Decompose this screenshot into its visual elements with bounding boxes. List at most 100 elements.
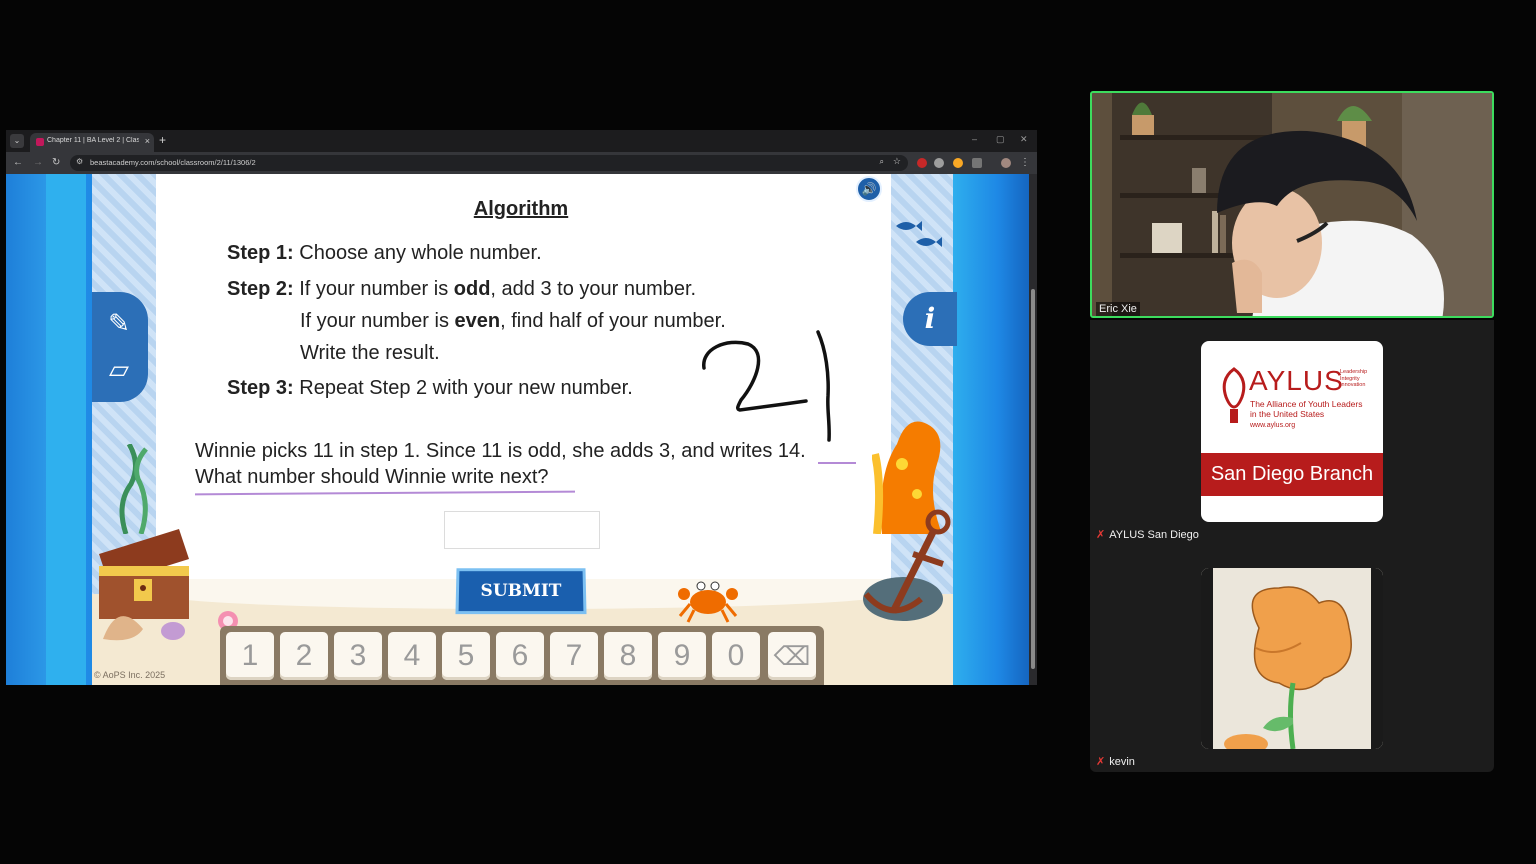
address-bar[interactable]: ⚙ beastacademy.com/school/classroom/2/11… <box>70 155 908 171</box>
key-7[interactable]: 7 <box>550 632 598 680</box>
minimize-button[interactable]: – <box>972 134 977 144</box>
number-keypad: 1 2 3 4 5 6 7 8 9 0 ⌫ <box>220 626 824 685</box>
key-1[interactable]: 1 <box>226 632 274 680</box>
video-tile-eric[interactable]: Eric Xie <box>1090 91 1494 318</box>
question-line-1: Winnie picks 11 in step 1. Since 11 is o… <box>195 440 806 462</box>
eraser-icon[interactable]: ▱ <box>100 350 138 388</box>
browser-menu-icon[interactable]: ⋮ <box>1020 157 1030 168</box>
tagline-line: Leadership <box>1340 369 1368 375</box>
aylus-wordmark: AYLUS <box>1249 365 1344 396</box>
key-2[interactable]: 2 <box>280 632 328 680</box>
step-3-row: Step 3: Repeat Step 2 with your new numb… <box>227 377 633 400</box>
key-8[interactable]: 8 <box>604 632 652 680</box>
extension-icon[interactable] <box>917 158 927 168</box>
poppy-painting <box>1201 568 1383 749</box>
close-window-button[interactable]: ✕ <box>1020 134 1028 145</box>
step-text: Repeat Step 2 with your new number. <box>299 377 633 399</box>
aylus-fullname: The Alliance of Youth Leaders in the Uni… <box>1250 399 1362 419</box>
question-line-2: What number should Winnie write next? <box>195 466 549 488</box>
beast-academy-page: 🔊 ✎ ▱ i Algorithm Step 1: Choose any who… <box>6 174 1029 685</box>
kevin-avatar-image <box>1201 568 1383 749</box>
new-tab-button[interactable]: + <box>159 133 166 147</box>
shared-browser-window: ⌄ Chapter 11 | BA Level 2 | Classr × + –… <box>6 130 1037 685</box>
ocean-background-right <box>951 174 1029 685</box>
fish-icon <box>896 221 942 247</box>
favicon-icon <box>36 138 44 146</box>
tab-search-button[interactable]: ⌄ <box>10 134 24 148</box>
answer-input[interactable] <box>444 511 600 549</box>
drawing-tools-panel: ✎ ▱ <box>92 292 148 402</box>
fullname-line: in the United States <box>1250 409 1325 419</box>
participant-label-aylus: ✗ AYLUS San Diego <box>1096 528 1199 541</box>
participant-name: kevin <box>1109 756 1135 768</box>
tab-title: Chapter 11 | BA Level 2 | Classr <box>47 137 139 144</box>
participant-name: AYLUS San Diego <box>1109 529 1199 541</box>
ocean-stripe <box>46 174 86 685</box>
aylus-url: www.aylus.org <box>1250 422 1296 429</box>
step-keyword: odd <box>453 278 491 300</box>
step-1-row: Step 1: Choose any whole number. <box>227 242 542 265</box>
extension-icon[interactable] <box>934 158 944 168</box>
tab-strip: ⌄ Chapter 11 | BA Level 2 | Classr × + –… <box>6 130 1037 152</box>
tagline-line: Innovation <box>1340 382 1366 388</box>
zoom-icon[interactable]: ⌕ <box>880 157 884 167</box>
pencil-icon[interactable]: ✎ <box>100 304 138 342</box>
participant-name: Eric Xie <box>1096 302 1140 316</box>
step-text: If your number is <box>299 278 454 300</box>
step-text: Choose any whole number. <box>299 242 542 264</box>
key-9[interactable]: 9 <box>658 632 706 680</box>
extension-icon[interactable] <box>953 158 963 168</box>
step-2-row: Step 2: If your number is odd, add 3 to … <box>227 278 696 301</box>
reload-icon[interactable]: ↻ <box>52 157 60 168</box>
seashells-icon <box>103 611 238 641</box>
browser-toolbar: ← → ↻ ⚙ beastacademy.com/school/classroo… <box>6 152 1037 174</box>
annotation-underline <box>818 462 856 464</box>
key-4[interactable]: 4 <box>388 632 436 680</box>
step-label: Step 2: <box>227 278 294 300</box>
step-2-line-2: If your number is even, find half of you… <box>300 310 726 333</box>
key-6[interactable]: 6 <box>496 632 544 680</box>
anchor-icon <box>863 509 951 621</box>
copyright-text: © AoPS Inc. 2025 <box>94 670 166 680</box>
step-keyword: even <box>454 310 501 332</box>
step-label: Step 1: <box>227 242 294 264</box>
scroll-thumb[interactable] <box>1031 289 1035 669</box>
step-2-line-3: Write the result. <box>300 342 440 364</box>
seaweed-icon <box>119 444 148 534</box>
forward-icon[interactable]: → <box>33 157 43 168</box>
participant-label-kevin: ✗ kevin <box>1096 755 1135 768</box>
aylus-tagline: Leadership Integrity Innovation <box>1340 369 1367 389</box>
fullname-line: The Alliance of Youth Leaders <box>1250 399 1363 409</box>
algorithm-title: Algorithm <box>473 198 569 220</box>
screen-share-stage: ⌄ Chapter 11 | BA Level 2 | Classr × + –… <box>0 0 1536 864</box>
step-text: , add 3 to your number. <box>490 278 697 300</box>
mic-muted-icon: ✗ <box>1096 756 1106 768</box>
mic-muted-icon: ✗ <box>1096 529 1106 541</box>
key-5[interactable]: 5 <box>442 632 490 680</box>
question-text: Winnie picks 11 in step 1. Since 11 is o… <box>195 438 806 490</box>
step-text: If your number is <box>300 310 455 332</box>
submit-button[interactable]: SUBMIT <box>455 568 587 615</box>
bookmark-star-icon[interactable]: ☆ <box>893 156 901 167</box>
crab-icon <box>678 581 738 623</box>
key-3[interactable]: 3 <box>334 632 382 680</box>
url-text: beastacademy.com/school/classroom/2/11/1… <box>90 158 256 167</box>
aylus-branch-band: San Diego Branch <box>1201 453 1383 496</box>
backspace-icon[interactable]: ⌫ <box>768 632 816 680</box>
maximize-button[interactable]: ▢ <box>996 134 1005 145</box>
speaker-icon[interactable]: 🔊 <box>856 176 882 202</box>
site-info-icon[interactable]: ⚙ <box>76 157 83 166</box>
browser-tab[interactable]: Chapter 11 | BA Level 2 | Classr × <box>30 133 154 152</box>
back-icon[interactable]: ← <box>13 157 23 168</box>
key-0[interactable]: 0 <box>712 632 760 680</box>
tab-close-icon[interactable]: × <box>145 136 150 146</box>
aylus-logo: AYLUS Leadership Integrity Innovation Th… <box>1201 341 1383 522</box>
torch-icon <box>1222 367 1246 423</box>
step-text: , find half of your number. <box>500 310 726 332</box>
page-scrollbar[interactable] <box>1029 174 1037 685</box>
info-button[interactable]: i <box>903 292 957 346</box>
webcam-video <box>1092 93 1492 316</box>
extensions-puzzle-icon[interactable] <box>972 158 982 168</box>
profile-avatar-icon[interactable] <box>1001 158 1011 168</box>
step-label: Step 3: <box>227 377 294 399</box>
